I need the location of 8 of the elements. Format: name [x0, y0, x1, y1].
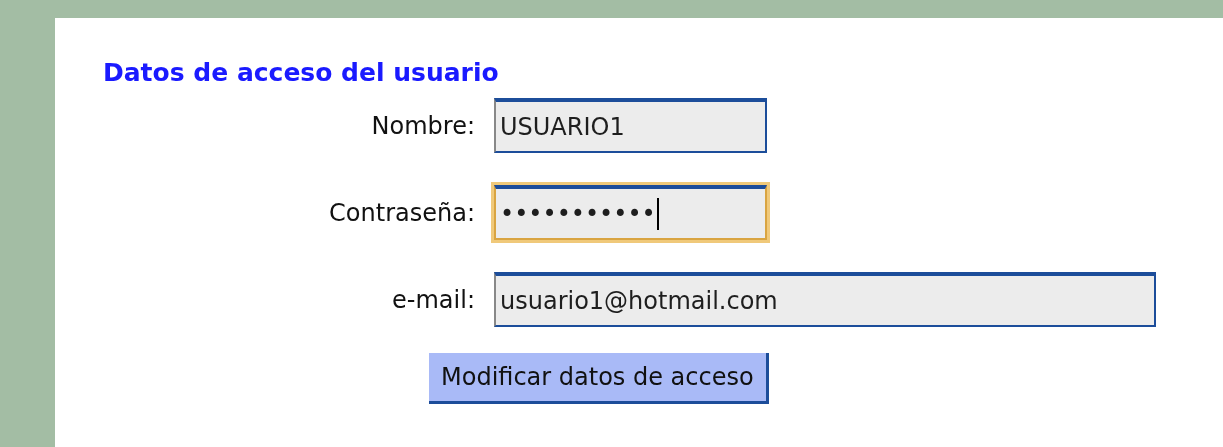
input-field[interactable]: •••••••••••: [494, 185, 767, 240]
submit-button[interactable]: Modificar datos de acceso: [429, 353, 769, 404]
field-label: Nombre:: [370, 111, 476, 140]
section-title: Datos de acceso del usuario: [103, 58, 500, 88]
input-field[interactable]: usuario1@hotmail.com: [494, 272, 1156, 327]
input-field[interactable]: USUARIO1: [494, 98, 767, 153]
field-label: e-mail:: [391, 285, 476, 314]
field-label: Contraseña:: [328, 198, 476, 227]
